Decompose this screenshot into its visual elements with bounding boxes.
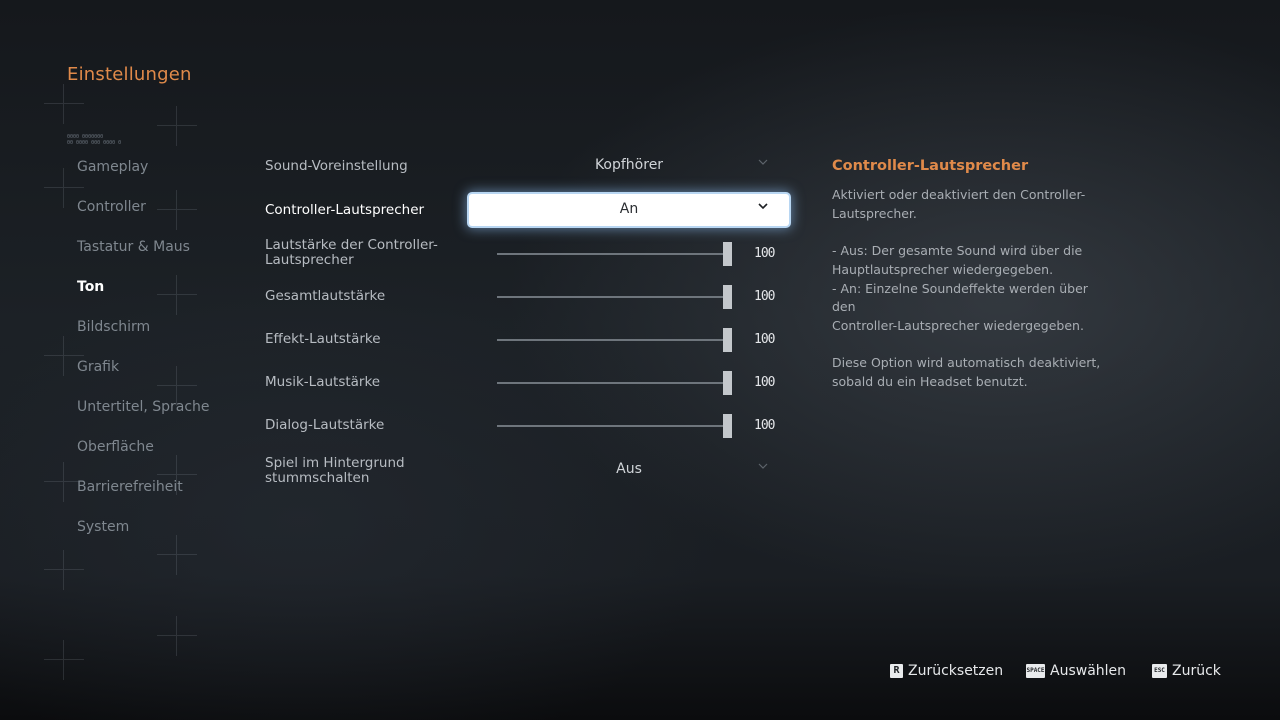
- chevron-down-icon: [758, 463, 768, 469]
- description-line: sobald du ein Headset benutzt.: [832, 374, 1028, 389]
- slider-value: 100: [754, 332, 776, 347]
- slider-handle[interactable]: [723, 414, 732, 438]
- background-crosshair-decoration: [44, 84, 84, 124]
- sidebar-item-accessibility[interactable]: Barrierefreiheit: [77, 476, 247, 516]
- controller-speaker-dropdown[interactable]: An: [469, 194, 789, 226]
- chevron-down-icon: [758, 203, 768, 210]
- sidebar-item-keyboard-mouse[interactable]: Tastatur & Maus: [77, 236, 247, 276]
- setting-label: Sound-Voreinstellung: [265, 158, 408, 174]
- dropdown-value: Aus: [616, 461, 642, 477]
- master-volume-slider[interactable]: 100: [497, 285, 777, 309]
- description-line: Aktiviert oder deaktiviert den Controlle…: [832, 187, 1086, 202]
- description-line: [832, 223, 1112, 242]
- slider-handle[interactable]: [723, 371, 732, 395]
- description-line: Controller-Lautsprecher wiedergegeben.: [832, 317, 1084, 333]
- effects-volume-slider[interactable]: 100: [497, 328, 777, 352]
- sidebar-item-display[interactable]: Bildschirm: [77, 316, 247, 356]
- r-key-icon: R: [890, 664, 903, 678]
- setting-label: Controller-Lautsprecher: [265, 202, 425, 218]
- space-key-icon: SPACE: [1026, 664, 1045, 678]
- description-line: Lautsprecher.: [832, 205, 917, 221]
- dialog-volume-slider[interactable]: 100: [497, 414, 777, 438]
- controller-speaker-volume-slider[interactable]: 100: [497, 242, 777, 266]
- setting-label: Dialog-Lautstärke: [265, 417, 385, 433]
- description-title: Controller-Lautsprecher: [832, 158, 1029, 174]
- slider-fill: [497, 382, 727, 384]
- background-crosshair-decoration: [44, 640, 84, 680]
- back-label: Zurück: [1172, 663, 1221, 679]
- page-title: Einstellungen: [67, 64, 192, 85]
- slider-handle[interactable]: [723, 285, 732, 309]
- slider-value: 100: [754, 246, 776, 261]
- back-button[interactable]: ESC Zurück: [1152, 663, 1221, 679]
- slider-handle[interactable]: [723, 242, 732, 266]
- slider-fill: [497, 296, 727, 298]
- slider-handle[interactable]: [723, 328, 732, 352]
- slider-value: 100: [754, 418, 776, 433]
- sidebar-item-subtitles-language[interactable]: Untertitel, Sprache: [77, 396, 247, 436]
- background-crosshair-decoration: [157, 616, 197, 656]
- dropdown-value: Kopfhörer: [594, 157, 664, 173]
- setting-label: Gesamtlautstärke: [265, 288, 386, 304]
- setting-label: Musik-Lautstärke: [265, 374, 381, 390]
- decorative-code-text: 0000 0000000 00 0000 000 0000 0: [67, 134, 122, 146]
- reset-label: Zurücksetzen: [908, 663, 1004, 679]
- setting-label: Spiel im Hintergrund stummschalten: [265, 455, 405, 486]
- slider-fill: [497, 425, 727, 427]
- slider-fill: [497, 253, 727, 255]
- description-line: Diese Option wird automatisch deaktivier…: [832, 355, 1101, 371]
- description-line: - An: Einzelne Soundeffekte werden über …: [832, 280, 1088, 315]
- setting-label: Lautstärke der Controller- Lautsprecher: [265, 237, 438, 268]
- select-label: Auswählen: [1050, 663, 1127, 679]
- sidebar-item-controller[interactable]: Controller: [77, 196, 247, 236]
- background-crosshair-decoration: [44, 550, 84, 590]
- background-crosshair-decoration: [157, 106, 197, 146]
- settings-category-list: Gameplay Controller Tastatur & Maus Ton …: [77, 156, 247, 556]
- slider-value: 100: [754, 375, 776, 390]
- music-volume-slider[interactable]: 100: [497, 371, 777, 395]
- setting-label: Effekt-Lautstärke: [265, 331, 381, 347]
- setting-description-panel: Controller-Lautsprecher Aktiviert oder d…: [832, 158, 1112, 392]
- reset-button[interactable]: R Zurücksetzen: [890, 663, 1003, 679]
- sound-preset-dropdown[interactable]: Kopfhörer: [469, 150, 789, 182]
- slider-fill: [497, 339, 727, 341]
- sidebar-item-system[interactable]: System: [77, 516, 247, 556]
- description-line: - Aus: Der gesamte Sound wird über die: [832, 243, 1083, 259]
- sidebar-item-sound[interactable]: Ton: [77, 276, 247, 316]
- select-button[interactable]: SPACE Auswählen: [1026, 663, 1126, 679]
- sidebar-item-interface[interactable]: Oberfläche: [77, 436, 247, 476]
- sidebar-item-graphics[interactable]: Grafik: [77, 356, 247, 396]
- dropdown-value: An: [619, 201, 639, 217]
- mute-background-dropdown[interactable]: Aus: [469, 454, 789, 486]
- description-line: Hauptlautsprecher wiedergegeben.: [832, 261, 1054, 277]
- description-line: [832, 336, 1112, 355]
- chevron-down-icon: [758, 159, 768, 165]
- esc-key-icon: ESC: [1152, 664, 1167, 678]
- sidebar-item-gameplay[interactable]: Gameplay: [77, 156, 247, 196]
- slider-value: 100: [754, 289, 776, 304]
